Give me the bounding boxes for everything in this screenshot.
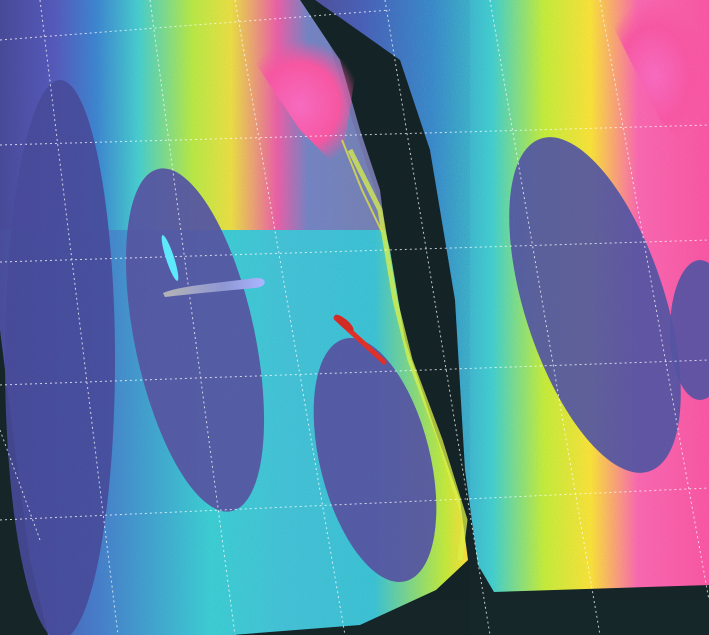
heightmap-scene[interactable] [0, 0, 709, 635]
left-heightmap [0, 0, 470, 635]
3d-viewport[interactable] [0, 0, 709, 635]
